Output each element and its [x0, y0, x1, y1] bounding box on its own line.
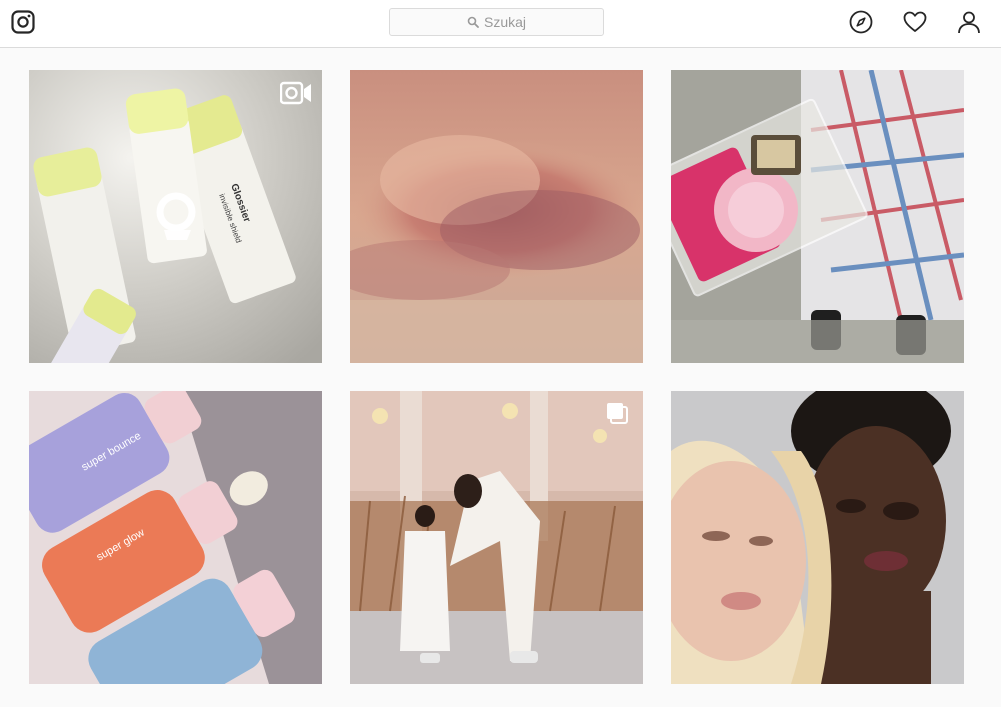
user-icon[interactable] [957, 10, 981, 34]
compass-icon[interactable] [849, 10, 873, 34]
top-navigation-bar: Szukaj [0, 0, 1001, 48]
heart-icon[interactable] [903, 10, 927, 34]
post-image [671, 391, 964, 684]
search-icon [467, 16, 479, 28]
post-tile-sunset-clouds[interactable] [350, 70, 643, 363]
post-tile-glossier-bottles[interactable]: Glossier invisible shield [29, 70, 322, 363]
multiple-photos-icon [607, 403, 628, 424]
instagram-camera-icon[interactable] [11, 10, 35, 34]
post-tile-clear-bag[interactable] [671, 70, 964, 363]
post-image [350, 391, 643, 684]
post-image [671, 70, 964, 363]
post-image: super bounce super glow [29, 391, 322, 684]
post-tile-glossier-serums[interactable]: super bounce super glow [29, 391, 322, 684]
video-icon [280, 81, 311, 105]
post-tile-portrait[interactable] [671, 391, 964, 684]
search-input[interactable]: Szukaj [389, 8, 604, 36]
search-placeholder: Szukaj [483, 14, 527, 30]
post-image [350, 70, 643, 363]
post-image: Glossier invisible shield [29, 70, 322, 363]
post-tile-showroom[interactable] [350, 391, 643, 684]
